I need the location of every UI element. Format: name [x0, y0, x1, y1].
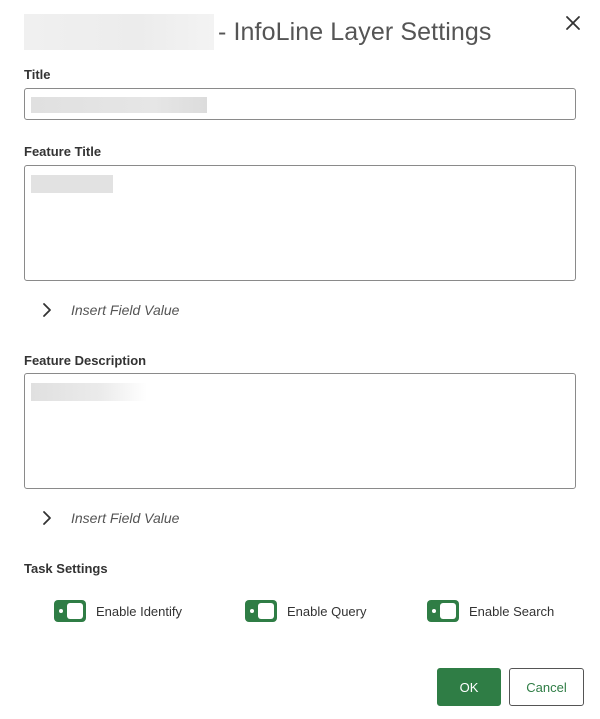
redacted-feature-description-value: [31, 383, 147, 401]
close-icon: [566, 16, 580, 30]
chevron-right-icon: [43, 511, 51, 525]
insert-field-value-toggle-1[interactable]: Insert Field Value: [40, 300, 179, 320]
title-label: Title: [24, 67, 51, 82]
close-button[interactable]: [562, 12, 584, 34]
feature-title-textarea[interactable]: [24, 165, 576, 281]
redacted-title-value: [31, 97, 207, 113]
insert-field-value-toggle-2[interactable]: Insert Field Value: [40, 508, 179, 528]
toggle-switch[interactable]: [54, 600, 86, 622]
redacted-layer-name: [24, 14, 214, 50]
feature-title-label: Feature Title: [24, 144, 102, 159]
cancel-button[interactable]: Cancel: [509, 668, 584, 706]
insert-field-value-label: Insert Field Value: [71, 302, 180, 318]
dialog-header: - InfoLine Layer Settings: [24, 12, 584, 52]
insert-field-value-label: Insert Field Value: [71, 510, 180, 526]
feature-description-textarea[interactable]: [24, 373, 576, 489]
enable-query-toggle[interactable]: Enable Query: [245, 600, 367, 622]
task-settings-label: Task Settings: [24, 561, 108, 576]
enable-identify-toggle[interactable]: Enable Identify: [54, 600, 182, 622]
enable-search-toggle[interactable]: Enable Search: [427, 600, 554, 622]
title-input[interactable]: [24, 88, 576, 120]
toggle-label: Enable Search: [469, 603, 555, 619]
feature-description-label: Feature Description: [24, 353, 147, 368]
toggle-label: Enable Query: [287, 603, 367, 619]
toggle-switch[interactable]: [427, 600, 459, 622]
ok-button[interactable]: OK: [437, 668, 501, 706]
toggle-label: Enable Identify: [96, 603, 183, 619]
dialog-title: - InfoLine Layer Settings: [218, 17, 492, 46]
toggle-switch[interactable]: [245, 600, 277, 622]
redacted-feature-title-value: [31, 175, 113, 193]
chevron-right-icon: [43, 303, 51, 317]
layer-settings-dialog: - InfoLine Layer Settings Title Feature …: [0, 0, 600, 719]
